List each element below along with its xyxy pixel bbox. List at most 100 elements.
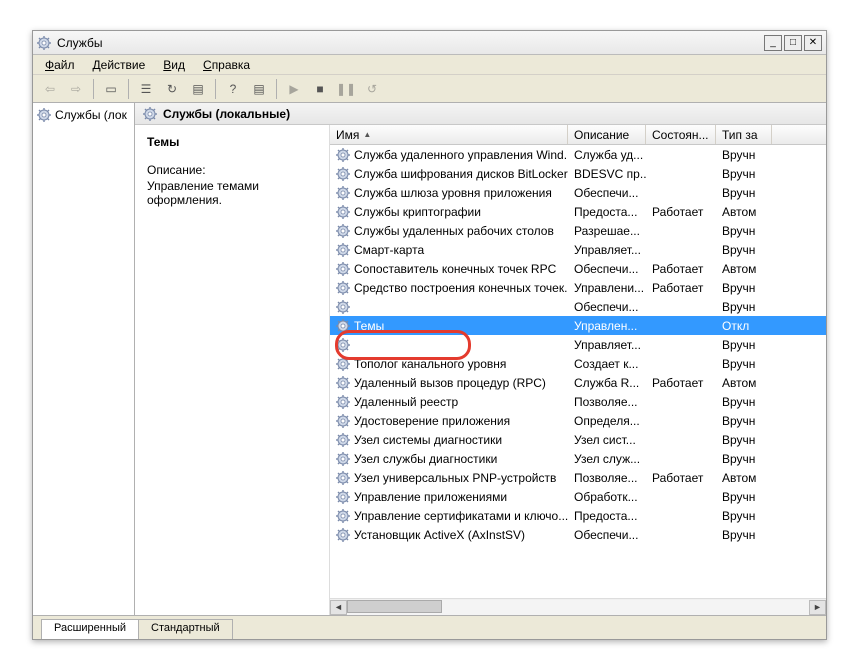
gear-icon bbox=[336, 186, 350, 200]
service-desc: Создает к... bbox=[568, 357, 646, 371]
service-row[interactable]: ТелефонияОбеспечи...Вручн bbox=[330, 297, 826, 316]
service-desc: Определя... bbox=[568, 414, 646, 428]
gear-icon bbox=[336, 148, 350, 162]
gear-icon bbox=[336, 452, 350, 466]
service-name: Служба шлюза уровня приложения bbox=[354, 186, 552, 200]
service-startup: Вручн bbox=[716, 281, 772, 295]
column-desc[interactable]: Описание bbox=[568, 125, 646, 144]
menu-action[interactable]: Действие bbox=[85, 56, 154, 74]
service-desc: Узел служ... bbox=[568, 452, 646, 466]
service-state: Работает bbox=[646, 205, 716, 219]
detail-desc-text: Управление темами оформления. bbox=[147, 179, 317, 207]
service-startup: Вручн bbox=[716, 186, 772, 200]
stop-button[interactable]: ■ bbox=[309, 78, 331, 100]
main-pane: Службы (локальные) Темы Описание: Управл… bbox=[135, 103, 826, 615]
scroll-left-icon[interactable]: ◄ bbox=[330, 600, 347, 615]
gear-icon bbox=[336, 395, 350, 409]
separator bbox=[276, 79, 277, 99]
service-name: Тополог канального уровня bbox=[354, 357, 506, 371]
gear-icon bbox=[336, 338, 350, 352]
gear-icon bbox=[336, 471, 350, 485]
service-name: Службы удаленных рабочих столов bbox=[354, 224, 554, 238]
services-window: Службы _ □ ✕ Файл Действие Вид Справка ⇦… bbox=[32, 30, 827, 640]
service-row[interactable]: Смарт-картаУправляет...Вручн bbox=[330, 240, 826, 259]
list-button[interactable]: ▤ bbox=[248, 78, 270, 100]
menu-file[interactable]: Файл bbox=[37, 56, 83, 74]
service-name: Службы криптографии bbox=[354, 205, 481, 219]
service-row[interactable]: Узел универсальных PNP-устройствПозволяе… bbox=[330, 468, 826, 487]
scroll-track[interactable] bbox=[347, 600, 809, 615]
detail-desc-label: Описание: bbox=[147, 163, 317, 177]
horizontal-scrollbar[interactable]: ◄ ► bbox=[330, 598, 826, 615]
service-startup: Вручн bbox=[716, 433, 772, 447]
service-desc: Обеспечи... bbox=[568, 528, 646, 542]
service-startup: Вручн bbox=[716, 490, 772, 504]
service-desc: Обработк... bbox=[568, 490, 646, 504]
service-row[interactable]: Управление приложениямиОбработк...Вручн bbox=[330, 487, 826, 506]
detail-pane: Темы Описание: Управление темами оформле… bbox=[135, 125, 330, 615]
help-button[interactable]: ? bbox=[222, 78, 244, 100]
service-desc: Управляет... bbox=[568, 243, 646, 257]
service-desc: Управлени... bbox=[568, 281, 646, 295]
service-row[interactable]: Удаленный реестрПозволяе...Вручн bbox=[330, 392, 826, 411]
gear-icon bbox=[336, 490, 350, 504]
tab-extended[interactable]: Расширенный bbox=[41, 619, 139, 639]
menu-help[interactable]: Справка bbox=[195, 56, 258, 74]
properties-button[interactable]: ☰ bbox=[135, 78, 157, 100]
column-name[interactable]: Имя▲ bbox=[330, 125, 568, 144]
service-startup: Автом bbox=[716, 262, 772, 276]
service-row[interactable]: Удаленный вызов процедур (RPC)Служба R..… bbox=[330, 373, 826, 392]
service-row[interactable]: Службы криптографии Предоста...РаботаетАв… bbox=[330, 202, 826, 221]
service-desc: BDESVC пр... bbox=[568, 167, 646, 181]
client-area: Службы (лок Службы (локальные) Темы Опис… bbox=[33, 103, 826, 615]
scroll-thumb[interactable] bbox=[347, 600, 442, 613]
service-desc: Разрешае... bbox=[568, 224, 646, 238]
main-header-label: Службы (локальные) bbox=[163, 107, 290, 121]
service-desc: Предоста... bbox=[568, 205, 646, 219]
tab-standard[interactable]: Стандартный bbox=[138, 619, 233, 639]
column-state[interactable]: Состоян... bbox=[646, 125, 716, 144]
service-startup: Вручн bbox=[716, 528, 772, 542]
tree-pane[interactable]: Службы (лок bbox=[33, 103, 135, 615]
maximize-button[interactable]: □ bbox=[784, 35, 802, 51]
app-icon bbox=[37, 36, 51, 50]
minimize-button[interactable]: _ bbox=[764, 35, 782, 51]
gear-icon bbox=[336, 224, 350, 238]
service-name: Служба удаленного управления Wind... bbox=[354, 148, 568, 162]
service-startup: Автом bbox=[716, 205, 772, 219]
service-name: Удаленный вызов процедур (RPC) bbox=[354, 376, 546, 390]
service-startup: Автом bbox=[716, 376, 772, 390]
tree-node-services[interactable]: Службы (лок bbox=[35, 107, 132, 123]
service-row[interactable]: Узел службы диагностикиУзел служ...Вручн bbox=[330, 449, 826, 468]
close-button[interactable]: ✕ bbox=[804, 35, 822, 51]
service-row[interactable]: Управление сертификатами и ключо...Предо… bbox=[330, 506, 826, 525]
service-row[interactable]: ТемыУправлен...Откл bbox=[330, 316, 826, 335]
service-name: Средство построения конечных точек... bbox=[354, 281, 568, 295]
service-row[interactable]: Теневое копирование томаУправляет...Вруч… bbox=[330, 335, 826, 354]
service-row[interactable]: Служба шлюза уровня приложения Обеспечи..… bbox=[330, 183, 826, 202]
show-hide-button[interactable]: ▭ bbox=[100, 78, 122, 100]
service-row[interactable]: Установщик ActiveX (AxInstSV)Обеспечи...… bbox=[330, 525, 826, 544]
service-row[interactable]: Удостоверение приложенияОпределя...Вручн bbox=[330, 411, 826, 430]
service-row[interactable]: Средство построения конечных точек...Упр… bbox=[330, 278, 826, 297]
service-desc: Обеспечи... bbox=[568, 186, 646, 200]
service-row[interactable]: Служба шифрования дисков BitLockerBDESVC… bbox=[330, 164, 826, 183]
service-name: Удостоверение приложения bbox=[354, 414, 510, 428]
service-startup: Вручн bbox=[716, 338, 772, 352]
service-row[interactable]: Тополог канального уровняСоздает к...Вру… bbox=[330, 354, 826, 373]
service-row[interactable]: Службы удаленных рабочих столов Разрешае.… bbox=[330, 221, 826, 240]
refresh-button[interactable]: ↻ bbox=[161, 78, 183, 100]
column-startup[interactable]: Тип за bbox=[716, 125, 772, 144]
export-button[interactable]: ▤ bbox=[187, 78, 209, 100]
window-title: Службы bbox=[57, 36, 764, 50]
gear-icon bbox=[336, 300, 350, 314]
service-row[interactable]: Служба удаленного управления Wind...Служ… bbox=[330, 145, 826, 164]
scroll-right-icon[interactable]: ► bbox=[809, 600, 826, 615]
service-row[interactable]: Сопоставитель конечных точек RPCОбеспечи… bbox=[330, 259, 826, 278]
service-name: Служба шифрования дисков BitLocker bbox=[354, 167, 568, 181]
service-state: Работает bbox=[646, 281, 716, 295]
titlebar[interactable]: Службы _ □ ✕ bbox=[33, 31, 826, 55]
menu-view[interactable]: Вид bbox=[155, 56, 193, 74]
service-desc: Обеспечи... bbox=[568, 300, 646, 314]
service-row[interactable]: Узел системы диагностикиУзел сист...Вруч… bbox=[330, 430, 826, 449]
